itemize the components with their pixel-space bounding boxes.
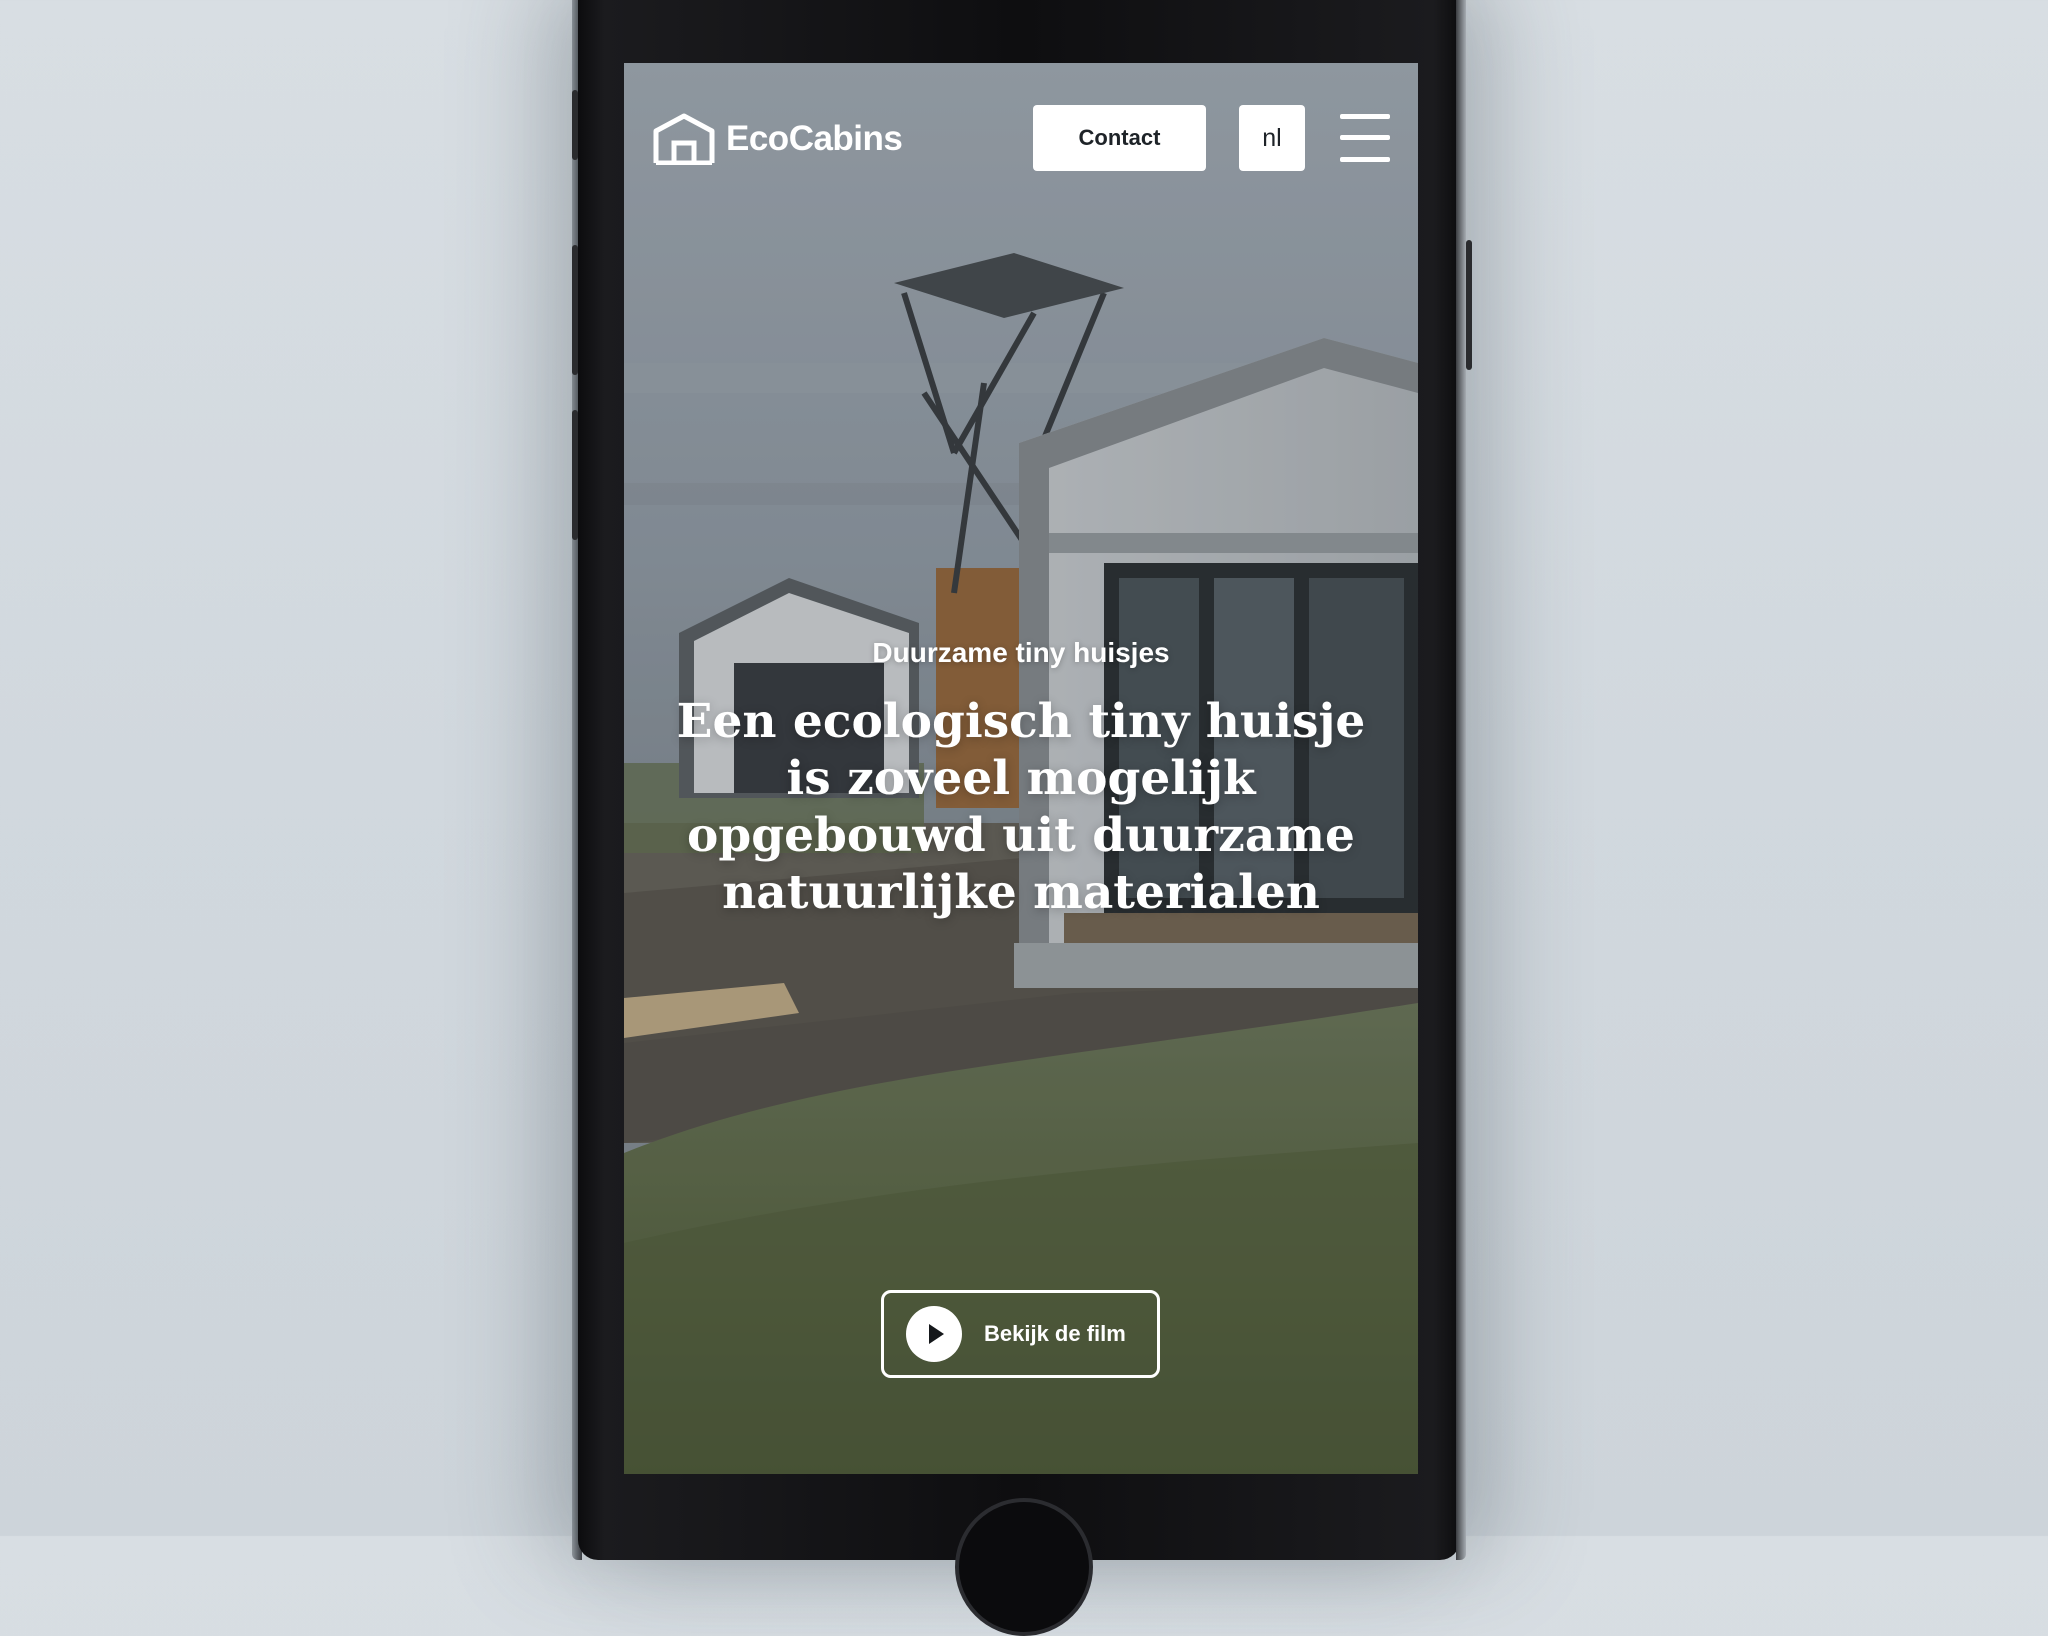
- language-selector[interactable]: nl: [1239, 105, 1305, 171]
- phone-mute-switch: [572, 90, 578, 160]
- watch-film-button[interactable]: Bekijk de film: [881, 1290, 1160, 1378]
- phone-volume-down: [572, 410, 578, 540]
- hero-subtitle: Duurzame tiny huisjes: [872, 637, 1170, 668]
- brand-name: EcoCabins: [726, 119, 903, 158]
- hamburger-menu-icon[interactable]: [1340, 114, 1390, 162]
- phone-home-button: [955, 1498, 1093, 1636]
- contact-button[interactable]: Contact: [1033, 105, 1206, 171]
- play-icon: [906, 1306, 962, 1362]
- phone-screen: EcoCabins Contact nl Duurzame tiny huisj…: [624, 63, 1418, 1474]
- phone-edge-right: [1456, 0, 1466, 1560]
- hero-headline: Een ecologisch tiny huisje is zoveel mog…: [676, 694, 1366, 920]
- phone-volume-up: [572, 245, 578, 375]
- phone-power-button: [1466, 240, 1472, 370]
- brand-logo[interactable]: EcoCabins: [652, 113, 903, 165]
- house-outline-icon: [653, 113, 715, 165]
- watch-film-label: Bekijk de film: [984, 1321, 1126, 1346]
